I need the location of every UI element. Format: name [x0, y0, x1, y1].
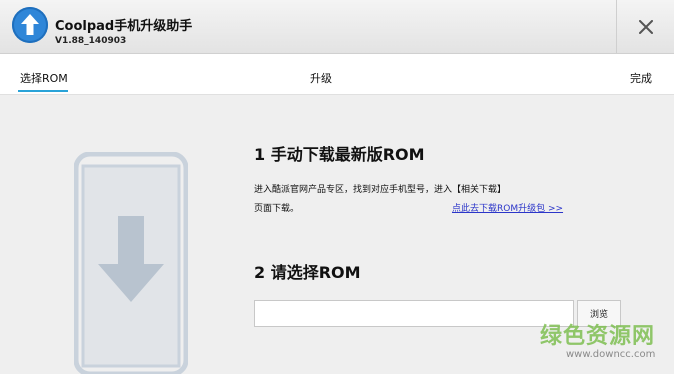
close-icon	[638, 19, 653, 34]
watermark: 绿色资源网 www.downcc.com	[540, 318, 670, 372]
section2-title: 2 请选择ROM	[254, 263, 361, 282]
tab-upgrade[interactable]: 升级	[310, 70, 332, 86]
close-button[interactable]	[617, 0, 674, 53]
app-title: Coolpad手机升级助手	[55, 19, 193, 34]
title-bar: Coolpad手机升级助手 V1.88_140903	[0, 0, 674, 54]
active-step-indicator	[18, 90, 68, 92]
section1-title: 1 手动下载最新版ROM	[254, 145, 425, 164]
watermark-url: www.downcc.com	[566, 349, 656, 360]
watermark-text: 绿色资源网	[540, 324, 656, 349]
tab-select-rom[interactable]: 选择ROM	[20, 70, 68, 86]
rom-path-input[interactable]	[254, 300, 574, 327]
app-version: V1.88_140903	[55, 36, 127, 46]
upgrade-arrow-icon	[12, 7, 48, 43]
step-bar: 选择ROM 升级 完成	[0, 54, 674, 95]
phone-download-icon	[74, 152, 188, 374]
section1-description-line2: 页面下载。	[254, 204, 300, 214]
section1-description-line1: 进入酷派官网产品专区，找到对应手机型号，进入【相关下载】	[254, 185, 507, 195]
download-rom-link[interactable]: 点此去下载ROM升级包 >>	[452, 201, 563, 214]
tab-finish[interactable]: 完成	[630, 70, 652, 86]
